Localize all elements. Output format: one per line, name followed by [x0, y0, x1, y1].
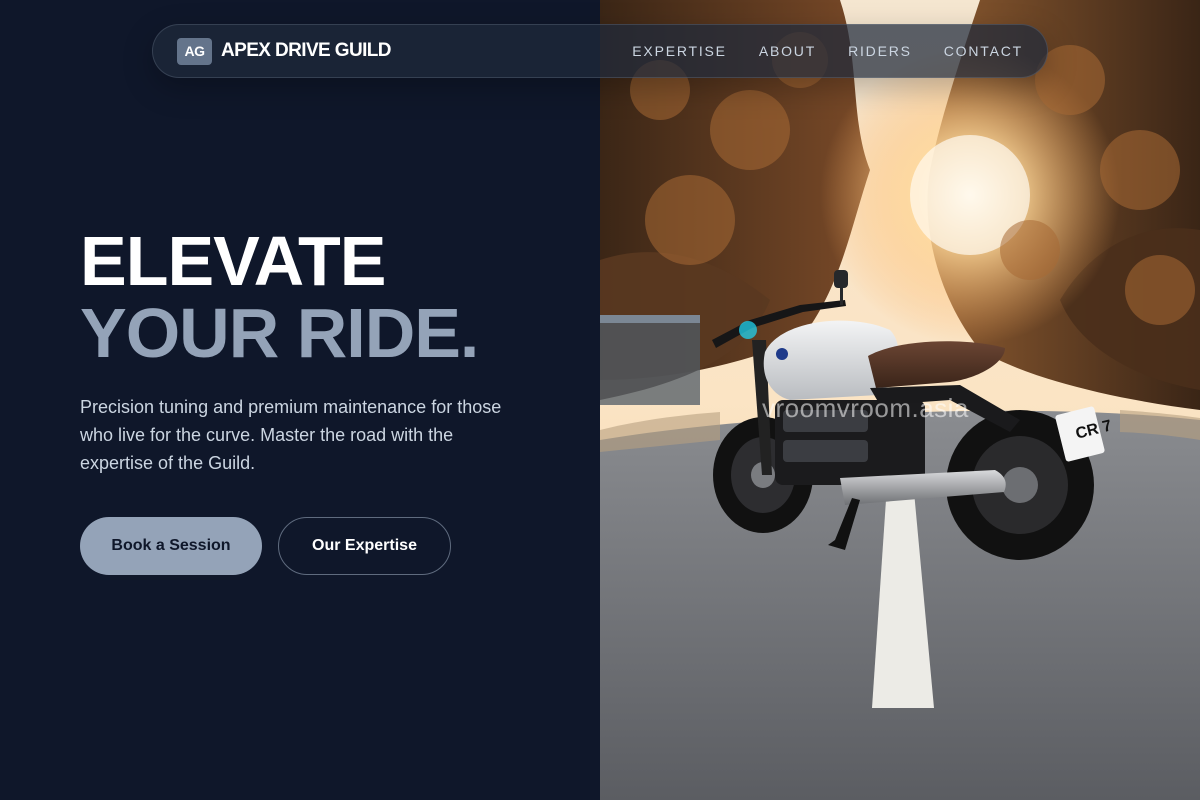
brand-badge: AG	[177, 37, 212, 65]
hero-title-line2: YOUR RIDE.	[80, 294, 479, 372]
brand-name: APEX DRIVE GUILD	[221, 40, 391, 61]
nav-link-contact[interactable]: CONTACT	[944, 43, 1023, 59]
watermark: vroomvroom.asia	[762, 393, 969, 423]
our-expertise-button[interactable]: Our Expertise	[278, 517, 451, 575]
hero-title: ELEVATE YOUR RIDE.	[80, 222, 479, 372]
hero-description: Precision tuning and premium maintenance…	[80, 397, 502, 473]
book-session-button[interactable]: Book a Session	[80, 517, 262, 575]
top-navbar: AG APEX DRIVE GUILD EXPERTISE ABOUT RIDE…	[152, 24, 1048, 78]
hero-title-line1: ELEVATE	[80, 222, 386, 300]
nav-links: EXPERTISE ABOUT RIDERS CONTACT	[632, 43, 1023, 59]
brand-logo[interactable]: AG APEX DRIVE GUILD	[177, 37, 391, 65]
nav-link-about[interactable]: ABOUT	[759, 43, 816, 59]
nav-link-riders[interactable]: RIDERS	[848, 43, 912, 59]
nav-link-expertise[interactable]: EXPERTISE	[632, 43, 727, 59]
